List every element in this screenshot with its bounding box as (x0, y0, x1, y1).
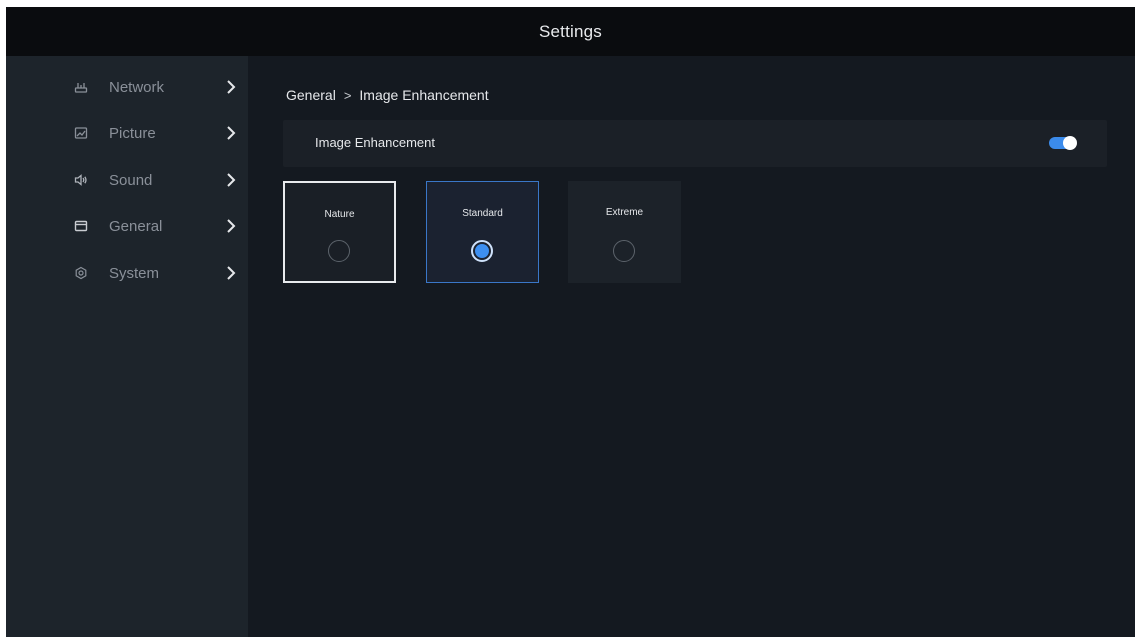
sidebar-item-network[interactable]: Network (6, 67, 248, 107)
sidebar-item-sound[interactable]: Sound (6, 160, 248, 200)
title-bar: Settings (6, 7, 1135, 56)
chevron-right-icon (226, 172, 236, 188)
chevron-right-icon (226, 125, 236, 141)
sidebar-item-label: Network (109, 78, 165, 96)
sidebar-item-label: Picture (109, 124, 156, 142)
option-standard[interactable]: Standard (426, 181, 539, 283)
chevron-right-icon (226, 79, 236, 95)
radio-selected-dot (475, 244, 489, 258)
page-title: Settings (538, 21, 603, 41)
option-nature[interactable]: Nature (283, 181, 396, 283)
breadcrumb-parent[interactable]: General (286, 87, 336, 103)
toggle-knob (1063, 136, 1077, 150)
option-label: Standard (462, 208, 503, 219)
chevron-right-icon (226, 218, 236, 234)
breadcrumb-current: Image Enhancement (359, 87, 489, 103)
system-icon (74, 266, 88, 280)
radio-button[interactable] (613, 240, 635, 262)
option-label: Extreme (605, 207, 644, 218)
image-enhancement-toggle[interactable] (1049, 136, 1077, 150)
sidebar-item-label: Sound (109, 171, 153, 189)
sidebar: Network Picture Sound General System (6, 56, 248, 637)
radio-button[interactable] (328, 240, 350, 262)
picture-icon (74, 126, 88, 140)
image-enhancement-row[interactable]: Image Enhancement (283, 120, 1107, 167)
sidebar-item-label: System (109, 264, 160, 282)
settings-screen: Settings Network Picture Sound General S… (6, 7, 1135, 637)
main-content: General > Image Enhancement Image Enhanc… (248, 56, 1135, 637)
general-icon (74, 219, 88, 233)
image-enhancement-label: Image Enhancement (315, 135, 435, 150)
breadcrumb-separator: > (343, 87, 352, 103)
sidebar-item-general[interactable]: General (6, 206, 248, 246)
radio-button[interactable] (471, 240, 493, 262)
option-label: Nature (324, 209, 355, 220)
network-icon (74, 80, 88, 94)
sound-icon (74, 173, 88, 187)
option-extreme[interactable]: Extreme (568, 181, 681, 283)
sidebar-item-system[interactable]: System (6, 253, 248, 293)
chevron-right-icon (226, 265, 236, 281)
sidebar-item-picture[interactable]: Picture (6, 113, 248, 153)
sidebar-item-label: General (109, 217, 163, 235)
breadcrumb: General > Image Enhancement (286, 87, 489, 103)
